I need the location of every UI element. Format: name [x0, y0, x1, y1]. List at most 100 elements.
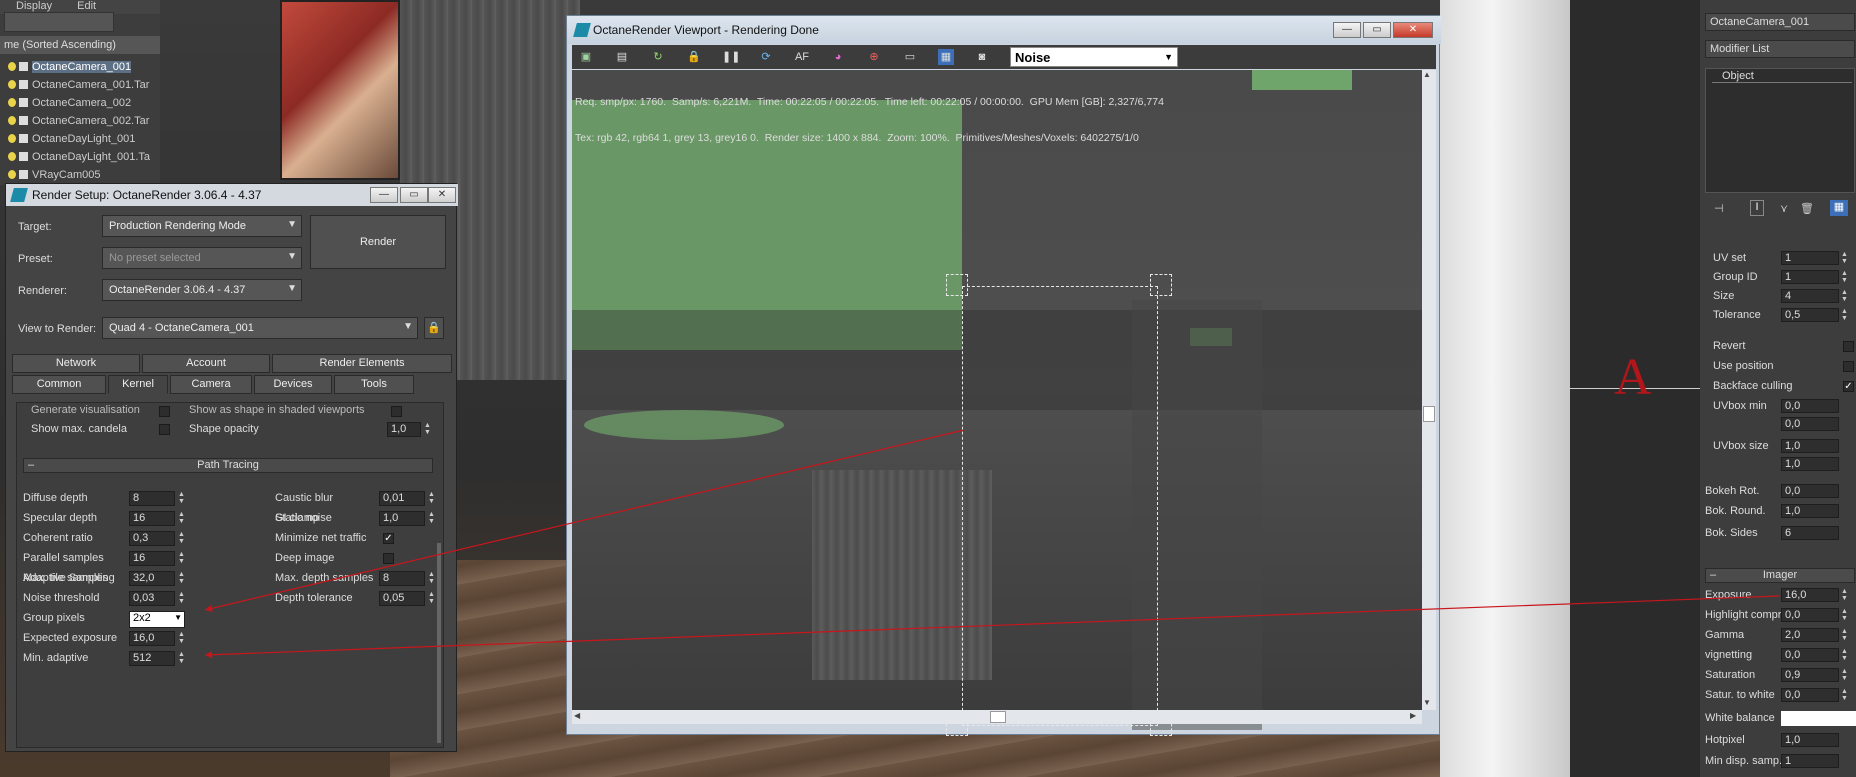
deep-image-checkbox[interactable]: [383, 553, 394, 564]
pin-stack-icon[interactable]: ⊣: [1714, 202, 1724, 215]
depth-tol-spinner[interactable]: ▲ ▼: [427, 591, 436, 606]
film-region-icon[interactable]: ▦: [938, 49, 954, 65]
light-bulb-icon[interactable]: [8, 134, 16, 143]
imager-param-spinner[interactable]: ▲ ▼: [1841, 588, 1848, 602]
horizontal-scrollbar[interactable]: ◀ ▶: [572, 710, 1422, 724]
tab-account[interactable]: Account: [142, 354, 270, 373]
copy-clipboard-icon[interactable]: ▤: [614, 49, 630, 65]
object-row[interactable]: OctaneCamera_002: [0, 94, 160, 111]
save-image-icon[interactable]: ▣: [578, 49, 594, 65]
object-row[interactable]: OctaneDayLight_001: [0, 130, 160, 147]
imager-param-field[interactable]: 16,0: [1781, 588, 1839, 602]
revert-checkbox[interactable]: [1843, 341, 1854, 352]
object-row[interactable]: OctaneCamera_002.Tar: [0, 112, 160, 129]
param-spinner[interactable]: ▲ ▼: [177, 531, 186, 546]
param-field[interactable]: 32,0: [129, 571, 175, 586]
render-button[interactable]: Render: [310, 215, 446, 269]
maximize-button[interactable]: ▭: [1363, 22, 1391, 38]
camera-param-spinner[interactable]: ▲ ▼: [1841, 289, 1848, 303]
param-spinner[interactable]: ▲ ▼: [427, 511, 436, 526]
camera-param-spinner[interactable]: ▲ ▼: [1841, 251, 1848, 265]
make-unique-icon[interactable]: ⋎: [1780, 202, 1788, 215]
uvbox-min-field-1[interactable]: 0,0: [1781, 399, 1839, 413]
param-spinner[interactable]: ▲ ▼: [177, 491, 186, 506]
scroll-left-icon[interactable]: ◀: [574, 711, 580, 720]
param-field[interactable]: 16: [129, 511, 175, 526]
imager-param-field[interactable]: 2,0: [1781, 628, 1839, 642]
param-field[interactable]: 1,0: [379, 511, 425, 526]
object-name-field[interactable]: OctaneCamera_001: [1705, 13, 1855, 31]
uvbox-size-field-2[interactable]: 1,0: [1781, 457, 1839, 471]
max-depth-spinner[interactable]: ▲ ▼: [427, 571, 436, 586]
scroll-thumb[interactable]: [1423, 406, 1435, 422]
light-bulb-icon[interactable]: [8, 98, 16, 107]
show-shaded-checkbox[interactable]: [391, 406, 402, 417]
min-disp-field[interactable]: 1: [1781, 754, 1839, 768]
imager-param-field[interactable]: 0,9: [1781, 668, 1839, 682]
param-field[interactable]: 16: [129, 551, 175, 566]
uvbox-size-field-1[interactable]: 1,0: [1781, 439, 1839, 453]
tab-common[interactable]: Common: [12, 375, 106, 394]
depth-tol-field[interactable]: 0,05: [379, 591, 425, 606]
light-bulb-icon[interactable]: [8, 152, 16, 161]
shape-opacity-spinner[interactable]: ▲ ▼: [423, 422, 432, 437]
light-bulb-icon[interactable]: [8, 116, 16, 125]
param-spinner[interactable]: ▲ ▼: [427, 491, 436, 506]
camera-param-field[interactable]: 4: [1781, 289, 1839, 303]
imager-param-spinner[interactable]: ▲ ▼: [1841, 688, 1848, 702]
camera-param-field[interactable]: 0,5: [1781, 308, 1839, 322]
expected-spinner[interactable]: ▲ ▼: [177, 631, 186, 646]
path-tracing-header[interactable]: – Path Tracing: [23, 458, 433, 473]
use-position-checkbox[interactable]: [1843, 361, 1854, 372]
explorer-column-header[interactable]: me (Sorted Ascending): [0, 36, 160, 54]
tab-camera[interactable]: Camera: [170, 375, 252, 394]
imager-param-spinner[interactable]: ▲ ▼: [1841, 648, 1848, 662]
renderer-dropdown[interactable]: OctaneRender 3.06.4 - 4.37 ▼: [102, 279, 302, 301]
camera-icon[interactable]: ◙: [974, 49, 990, 65]
shape-opacity-field[interactable]: 1,0: [387, 422, 421, 437]
generate-vis-checkbox[interactable]: [159, 406, 170, 417]
param-field[interactable]: 8: [129, 491, 175, 506]
param-spinner[interactable]: ▲ ▼: [177, 551, 186, 566]
scroll-thumb-h[interactable]: [990, 711, 1006, 723]
maximize-button[interactable]: ▭: [400, 187, 428, 203]
scroll-down-icon[interactable]: ▼: [1423, 698, 1431, 707]
min-adaptive-spinner[interactable]: ▲ ▼: [177, 651, 186, 666]
color-picker-icon[interactable]: ◕: [830, 49, 846, 65]
tab-render-elements[interactable]: Render Elements: [272, 354, 452, 373]
region-selection-box[interactable]: [962, 286, 1158, 726]
min-adaptive-field[interactable]: 512: [129, 651, 175, 666]
min-net-checkbox[interactable]: ✓: [383, 533, 394, 544]
minimize-button[interactable]: —: [370, 187, 398, 203]
region-handle-tl[interactable]: [946, 274, 968, 296]
stack-item-object[interactable]: Object: [1712, 70, 1852, 83]
imager-param-spinner[interactable]: ▲ ▼: [1841, 608, 1848, 622]
tab-tools[interactable]: Tools: [334, 375, 414, 394]
remove-modifier-icon[interactable]: 🗑: [1800, 202, 1814, 215]
bok-round-field[interactable]: 1,0: [1781, 504, 1839, 518]
object-row[interactable]: OctaneCamera_001.Tar: [0, 76, 160, 93]
noise-field[interactable]: 0,03: [129, 591, 175, 606]
tab-network[interactable]: Network: [12, 354, 140, 373]
scroll-right-icon[interactable]: ▶: [1410, 711, 1416, 720]
modifier-stack[interactable]: [1705, 68, 1855, 193]
light-bulb-icon[interactable]: [8, 80, 16, 89]
close-button[interactable]: ✕: [1393, 22, 1433, 38]
group-pixels-select[interactable]: 2x2 ▼: [129, 611, 185, 628]
uvbox-min-field-2[interactable]: 0,0: [1781, 417, 1839, 431]
imager-param-spinner[interactable]: ▲ ▼: [1841, 628, 1848, 642]
region-render-icon[interactable]: ⊕: [866, 49, 882, 65]
panel-scrollbar[interactable]: [437, 543, 441, 743]
modifier-list-dropdown[interactable]: Modifier List: [1705, 40, 1855, 58]
view-dropdown[interactable]: Quad 4 - OctaneCamera_001 ▼: [102, 317, 418, 339]
restart-render-icon[interactable]: ↻: [650, 49, 666, 65]
expected-field[interactable]: 16,0: [129, 631, 175, 646]
region-handle-tr[interactable]: [1150, 274, 1172, 296]
camera-param-field[interactable]: 1: [1781, 251, 1839, 265]
imager-param-field[interactable]: 0,0: [1781, 608, 1839, 622]
show-end-icon[interactable]: I: [1750, 200, 1764, 216]
max-depth-field[interactable]: 8: [379, 571, 425, 586]
noise-spinner[interactable]: ▲ ▼: [177, 591, 186, 606]
lock-icon[interactable]: 🔒: [686, 49, 702, 65]
param-field[interactable]: 0,01: [379, 491, 425, 506]
